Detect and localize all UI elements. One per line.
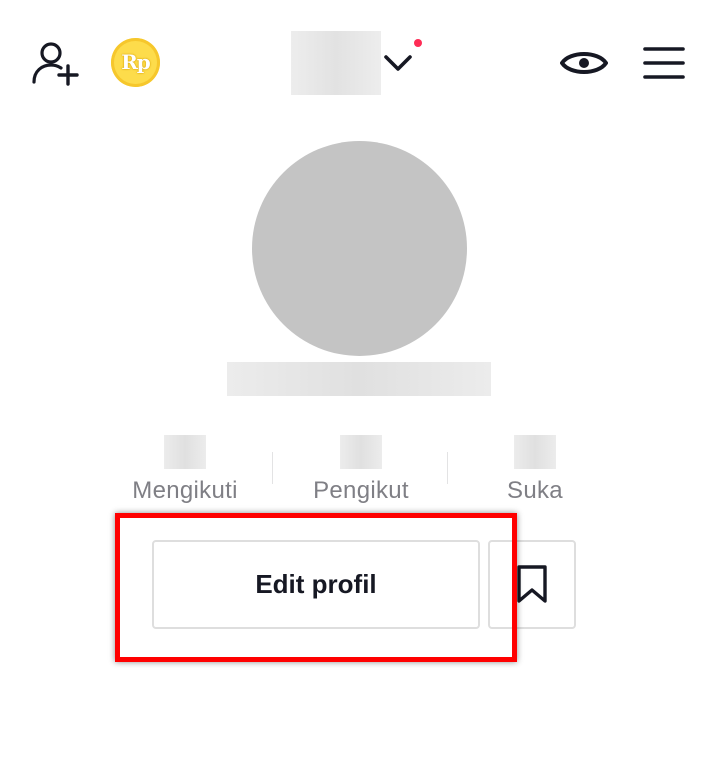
following-label: Mengikuti bbox=[132, 477, 238, 504]
stat-divider bbox=[447, 452, 448, 484]
chevron-down-icon bbox=[384, 55, 412, 71]
followers-label: Pengikut bbox=[313, 477, 409, 504]
coin-button[interactable]: Rp bbox=[111, 38, 160, 87]
stat-following[interactable]: Mengikuti bbox=[120, 435, 250, 505]
menu-button[interactable] bbox=[642, 44, 686, 82]
hamburger-menu-icon bbox=[643, 47, 685, 79]
add-friend-icon bbox=[32, 42, 79, 86]
stat-likes[interactable]: Suka bbox=[470, 435, 600, 505]
add-friend-button[interactable] bbox=[28, 38, 84, 90]
switch-account-button[interactable] bbox=[378, 42, 426, 82]
followers-count-placeholder bbox=[340, 435, 382, 469]
eye-icon bbox=[560, 52, 608, 74]
bookmark-icon bbox=[517, 565, 547, 603]
likes-label: Suka bbox=[507, 477, 563, 504]
username-placeholder bbox=[291, 31, 381, 95]
display-name-placeholder bbox=[227, 362, 491, 396]
avatar[interactable] bbox=[252, 141, 467, 356]
coin-icon: Rp bbox=[121, 50, 151, 74]
highlight-box bbox=[115, 513, 517, 662]
stat-divider bbox=[272, 452, 273, 484]
following-count-placeholder bbox=[164, 435, 206, 469]
likes-count-placeholder bbox=[514, 435, 556, 469]
profile-views-button[interactable] bbox=[560, 42, 608, 84]
notification-dot bbox=[414, 39, 422, 47]
stat-followers[interactable]: Pengikut bbox=[296, 435, 426, 505]
